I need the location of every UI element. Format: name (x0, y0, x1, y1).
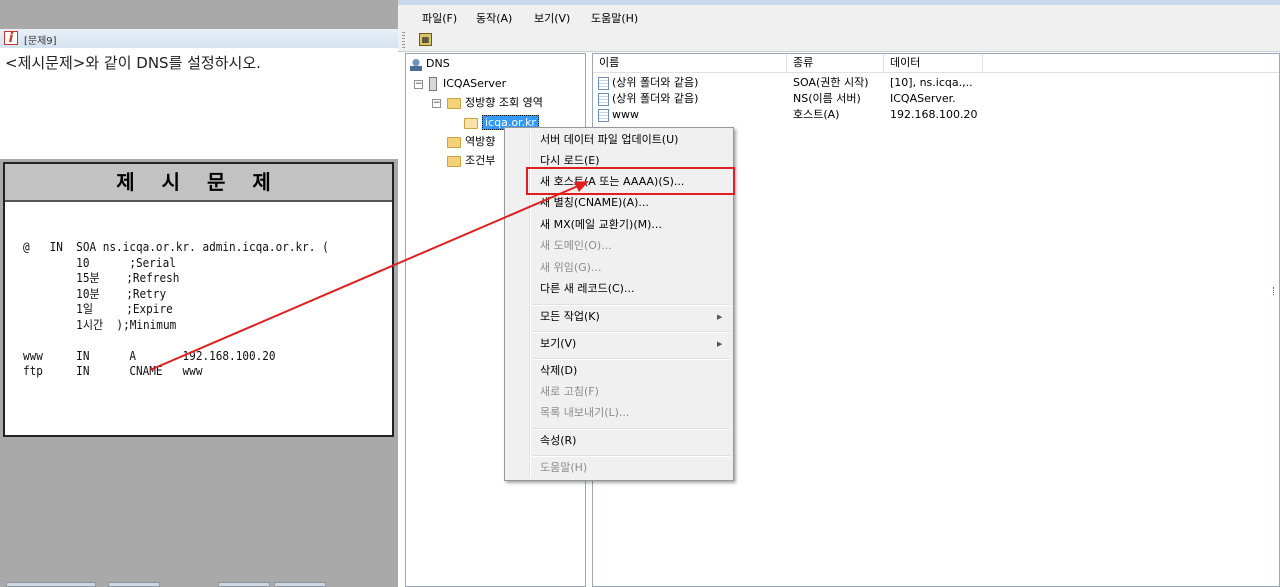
menu-item-export-list: 목록 내보내기(L)... (540, 406, 630, 419)
menu-item-other-new-records[interactable]: 다른 새 레코드(C)... (540, 279, 634, 299)
record-name: (상위 폴더와 같음) (612, 92, 699, 105)
submenu-arrow-icon: ▶ (717, 313, 723, 321)
zone-file-text: @ IN SOA ns.icqa.or.kr. admin.icqa.or.kr… (23, 240, 329, 380)
zone-line: ftp IN CNAME www (23, 364, 203, 378)
tree-node-dns[interactable]: DNS (410, 55, 450, 72)
menu-item-all-tasks[interactable]: 모든 작업(K) (540, 307, 600, 327)
menu-item-new-alias[interactable]: 새 별칭(CNAME)(A)... (540, 193, 649, 213)
server-icon (429, 77, 437, 91)
toolbar-grip[interactable] (402, 32, 405, 48)
menu-bar: 파일(F) 동작(A) 보기(V) 도움말(H) (398, 5, 1280, 30)
zone-icon (464, 117, 478, 129)
record-icon (598, 108, 609, 122)
record-data: ICQAServer. (890, 92, 956, 105)
column-name[interactable]: 이름 (593, 54, 787, 72)
list-item[interactable]: (상위 폴더와 같음) SOA(권한 시작) [10], ns.icqa.,.. (593, 75, 1279, 91)
splitter-handle[interactable] (1273, 287, 1277, 295)
menu-help[interactable]: 도움말(H) (591, 10, 638, 26)
folder-icon (447, 136, 461, 148)
column-data[interactable]: 데이터 (884, 54, 983, 72)
menu-separator (533, 358, 730, 360)
toolbar: ▦ (398, 29, 1280, 52)
record-icon (598, 76, 609, 90)
properties-icon[interactable]: ▦ (419, 33, 432, 46)
question-panel: i [문제9] <제시문제>와 같이 DNS를 설정하시오. 제 시 문 제 @… (0, 29, 398, 449)
menu-item-new-mx[interactable]: 새 MX(메일 교환기)(M)... (540, 215, 662, 235)
record-name: (상위 폴더와 같음) (612, 76, 699, 89)
tree-label: DNS (426, 57, 450, 70)
problem-box: 제 시 문 제 @ IN SOA ns.icqa.or.kr. admin.ic… (3, 162, 394, 437)
zone-line: 1시간 );Minimum (23, 317, 177, 332)
problem-title: 제 시 문 제 (116, 170, 281, 194)
collapse-icon[interactable]: − (432, 98, 441, 108)
menu-separator (533, 428, 730, 430)
menu-separator (533, 331, 730, 333)
collapse-icon[interactable]: − (414, 79, 423, 89)
menu-item-delete[interactable]: 삭제(D) (540, 361, 577, 381)
zone-line: www IN A 192.168.100.20 (23, 348, 276, 363)
taskbar-button[interactable] (274, 582, 326, 587)
problem-title-bar: 제 시 문 제 (5, 164, 392, 202)
dns-icon (410, 57, 422, 71)
annotation-highlight-box (526, 167, 735, 195)
zone-line: 1일 ;Expire (23, 302, 173, 316)
list-header: 이름 종류 데이터 (593, 54, 1279, 73)
menu-item-new-delegation: 새 위임(G)... (540, 261, 602, 274)
tree-node-forward-zone[interactable]: − 정방향 조회 영역 (432, 94, 543, 111)
menu-item-help: 도움말(H) (540, 461, 588, 474)
menu-separator (533, 455, 730, 457)
menu-view[interactable]: 보기(V) (534, 10, 570, 26)
question-body: <제시문제>와 같이 DNS를 설정하시오. (0, 48, 398, 159)
tree-label: 조건부 (465, 154, 496, 167)
list-item[interactable]: (상위 폴더와 같음) NS(이름 서버) ICQAServer. (593, 91, 1279, 107)
record-type: SOA(권한 시작) (793, 76, 869, 89)
record-type: NS(이름 서버) (793, 92, 861, 105)
tree-label: 정방향 조회 영역 (465, 96, 543, 109)
record-name: www (612, 108, 639, 121)
menu-item-view[interactable]: 보기(V) (540, 334, 576, 354)
zone-line: 10분 ;Retry (23, 286, 167, 301)
record-data: [10], ns.icqa.,.. (890, 76, 973, 89)
record-data: 192.168.100.20 (890, 108, 978, 121)
tree-label: ICQAServer (443, 77, 507, 90)
zone-line: 15분 ;Refresh (23, 271, 180, 285)
submenu-arrow-icon: ▶ (717, 340, 723, 348)
taskbar-button[interactable] (6, 582, 96, 587)
menu-separator (533, 304, 730, 306)
record-icon (598, 92, 609, 106)
tree-node-reverse-zone[interactable]: 역방향 (447, 133, 495, 150)
menu-item-refresh: 새로 고침(F) (540, 385, 599, 398)
taskbar-button[interactable] (108, 582, 160, 587)
record-type: 호스트(A) (793, 108, 840, 121)
tree-node-conditional[interactable]: 조건부 (447, 152, 495, 169)
folder-icon (447, 97, 461, 109)
zone-line: @ IN SOA ns.icqa.or.kr. admin.icqa.or.kr… (23, 240, 329, 254)
tree-node-server[interactable]: − ICQAServer (414, 75, 506, 92)
menu-file[interactable]: 파일(F) (422, 10, 457, 26)
question-window-title: [문제9] (24, 36, 57, 47)
question-instruction: <제시문제>와 같이 DNS를 설정하시오. (5, 54, 261, 72)
folder-icon (447, 155, 461, 167)
menu-item-new-domain: 새 도메인(O)... (540, 239, 612, 252)
menu-item-update-server-file[interactable]: 서버 데이터 파일 업데이트(U) (540, 130, 678, 150)
taskbar-button[interactable] (218, 582, 270, 587)
menu-action[interactable]: 동작(A) (476, 10, 512, 26)
question-titlebar: i [문제9] (0, 29, 398, 49)
zone-line: 10 ;Serial (23, 255, 176, 270)
list-item[interactable]: www 호스트(A) 192.168.100.20 (593, 107, 1279, 123)
column-type[interactable]: 종류 (787, 54, 884, 72)
tree-label: 역방향 (465, 135, 496, 148)
menu-item-properties[interactable]: 속성(R) (540, 431, 576, 451)
question-icon: i (4, 31, 18, 46)
